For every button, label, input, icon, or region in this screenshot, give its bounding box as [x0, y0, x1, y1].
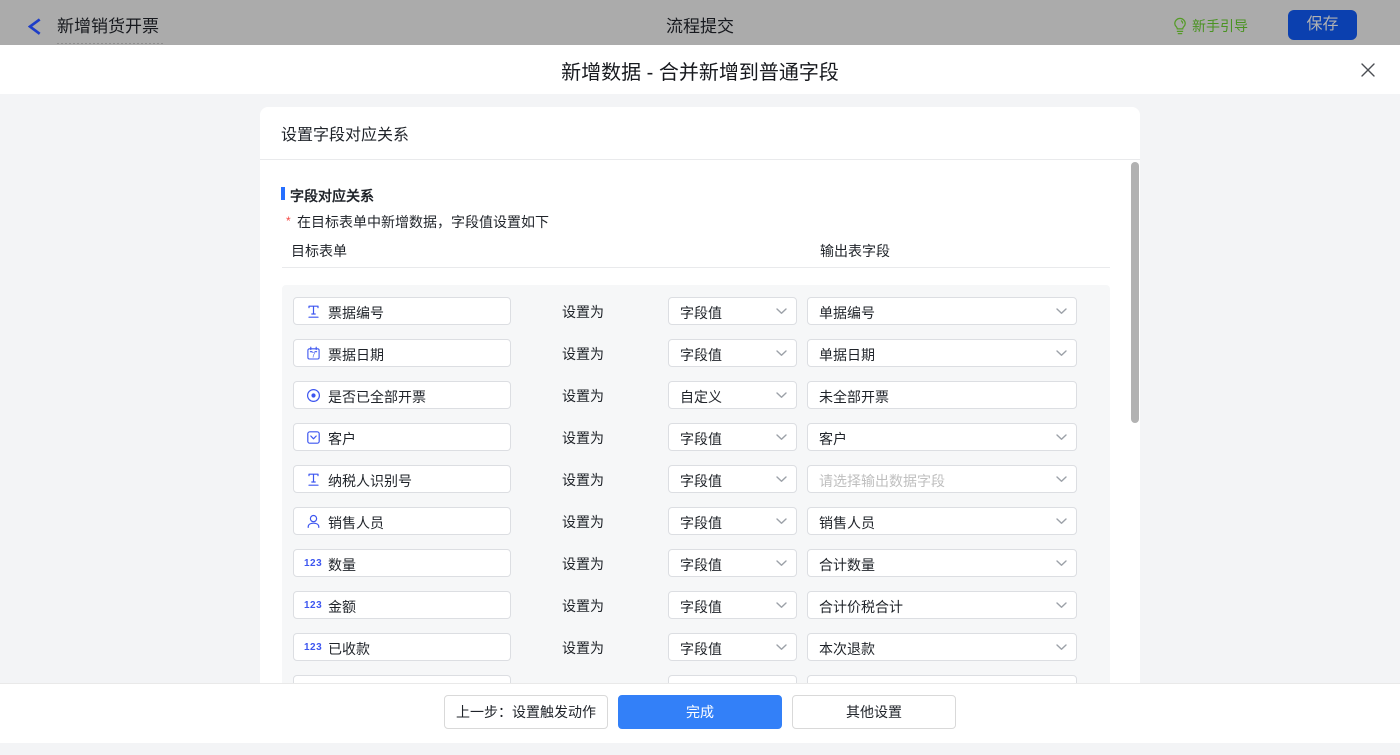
svg-text:7: 7: [311, 353, 315, 360]
